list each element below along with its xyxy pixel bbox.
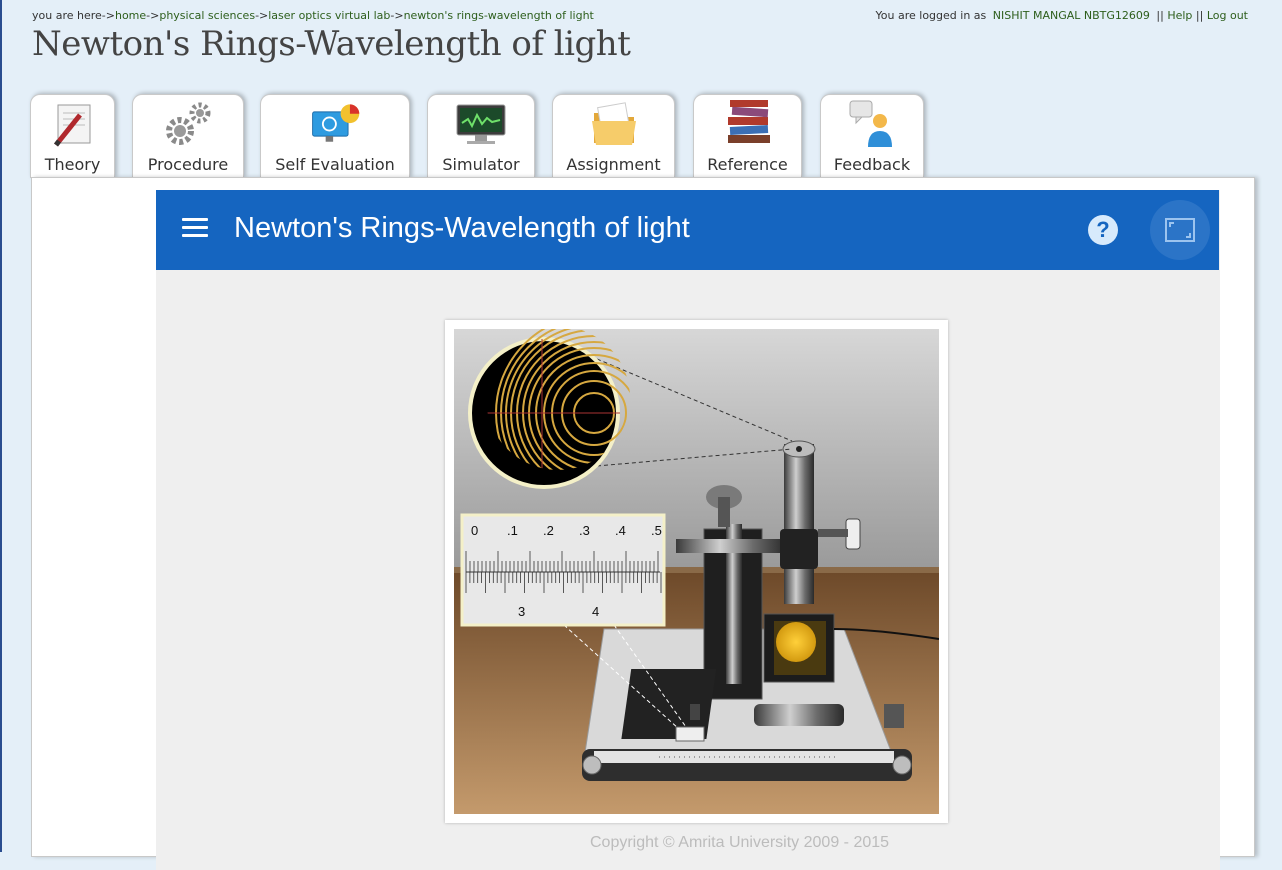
simulator-app-bar: Newton's Rings-Wavelength of light ? (156, 190, 1219, 270)
vernier-label: .2 (543, 523, 554, 538)
breadcrumb-sep: -> (146, 9, 160, 22)
breadcrumb-prefix: you are here-> (32, 9, 115, 22)
page-title: Newton's Rings-Wavelength of light (32, 24, 631, 64)
simulator-title: Newton's Rings-Wavelength of light (234, 212, 690, 244)
gears-icon (160, 97, 216, 151)
login-sep: || (1195, 9, 1204, 22)
help-link[interactable]: Help (1167, 9, 1192, 22)
breadcrumb-current[interactable]: newton's rings-wavelength of light (404, 9, 594, 22)
simulation-frame: 0 .1 .2 .3 .4 .5 3 4 (445, 320, 948, 823)
tab-simulator[interactable]: Simulator (427, 94, 535, 178)
tab-self-evaluation[interactable]: Self Evaluation (260, 94, 410, 178)
logout-link[interactable]: Log out (1207, 9, 1248, 22)
main-scale-label: 3 (518, 604, 525, 619)
tab-feedback[interactable]: Feedback (820, 94, 924, 178)
tab-label: Simulator (442, 155, 520, 174)
help-symbol: ? (1096, 217, 1110, 242)
books-icon (720, 97, 776, 151)
breadcrumb-sep: -> (255, 9, 269, 22)
tab-label: Reference (707, 155, 788, 174)
tab-assignment[interactable]: Assignment (552, 94, 675, 178)
self-evaluation-icon (307, 97, 363, 151)
simulation-scene[interactable]: 0 .1 .2 .3 .4 .5 3 4 (454, 329, 939, 814)
logged-in-user: NISHIT MANGAL NBTG12609 (992, 9, 1150, 22)
tab-theory[interactable]: Theory (30, 94, 115, 178)
help-icon[interactable]: ? (1088, 215, 1118, 245)
menu-icon[interactable] (182, 218, 208, 240)
content-panel: Newton's Rings-Wavelength of light ? 0 .… (31, 177, 1255, 870)
vernier-label: .4 (615, 523, 626, 538)
vernier-label: .1 (507, 523, 518, 538)
microscope-scene: 0 .1 .2 .3 .4 .5 3 4 (454, 329, 939, 814)
tab-label: Assignment (566, 155, 661, 174)
vernier-label: .5 (651, 523, 662, 538)
tab-label: Procedure (147, 155, 229, 174)
breadcrumb-laser-optics[interactable]: laser optics virtual lab (268, 9, 390, 22)
breadcrumb: you are here->home->physical sciences->l… (32, 9, 594, 22)
vernier-label: .3 (579, 523, 590, 538)
breadcrumb-physical-sciences[interactable]: physical sciences (159, 9, 255, 22)
vernier-label: 0 (471, 523, 478, 538)
tab-label: Self Evaluation (275, 155, 395, 174)
fullscreen-icon[interactable] (1150, 200, 1210, 260)
breadcrumb-home[interactable]: home (115, 9, 146, 22)
main-scale-label: 4 (592, 604, 599, 619)
folder-icon (586, 97, 642, 151)
monitor-icon (453, 97, 509, 151)
login-prefix: You are logged in as (875, 9, 987, 22)
simulator-area: Newton's Rings-Wavelength of light ? 0 .… (156, 190, 1220, 870)
login-bar: You are logged in as NISHIT MANGAL NBTG1… (876, 9, 1248, 22)
tab-label: Theory (44, 155, 101, 174)
copyright: Copyright © Amrita University 2009 - 201… (590, 834, 890, 851)
breadcrumb-sep: -> (390, 9, 404, 22)
tab-procedure[interactable]: Procedure (132, 94, 244, 178)
tab-label: Feedback (833, 155, 911, 174)
feedback-icon (844, 97, 900, 151)
theory-icon (45, 97, 101, 151)
tab-reference[interactable]: Reference (693, 94, 802, 178)
login-sep: || (1156, 9, 1164, 22)
